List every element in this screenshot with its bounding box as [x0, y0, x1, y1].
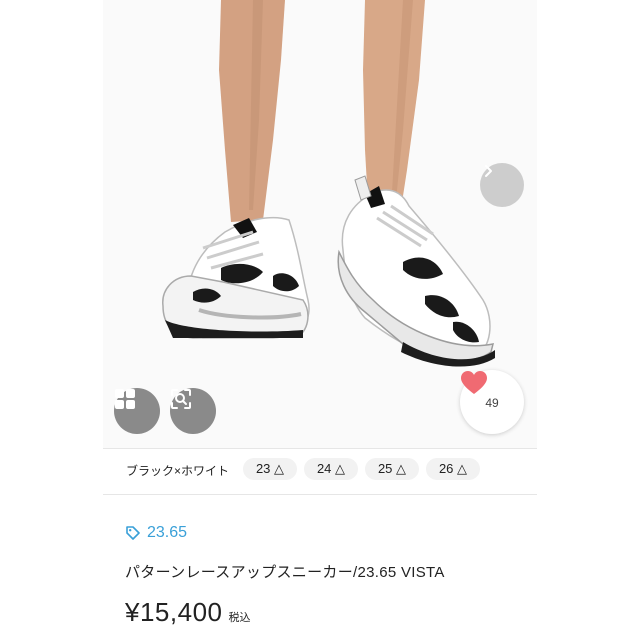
chevron-right-icon: [485, 165, 492, 177]
size-chip-26[interactable]: 26 △: [426, 458, 480, 480]
next-image-button[interactable]: [480, 163, 524, 207]
divider: [103, 448, 537, 449]
size-chip-24[interactable]: 24 △: [304, 458, 358, 480]
grid-icon: [115, 389, 135, 409]
color-label: ブラック×ホワイト: [126, 464, 230, 478]
like-button[interactable]: 49: [460, 370, 524, 434]
product-photo[interactable]: 49: [103, 0, 537, 448]
product-price: ¥15,400: [125, 597, 223, 627]
divider: [103, 494, 537, 495]
product-page: 49 ブラック×ホワイト 23 △ 24 △ 25 △ 26 △ 23.65 パ…: [103, 0, 537, 640]
tax-label: 税込: [228, 612, 251, 624]
right-margin: [537, 0, 640, 640]
tag-icon: [126, 526, 140, 540]
visual-search-button[interactable]: [170, 388, 216, 434]
price-row: ¥15,400 税込: [125, 597, 250, 628]
variant-selector: ブラック×ホワイト 23 △ 24 △ 25 △ 26 △: [103, 452, 537, 486]
image-search-icon: [171, 389, 191, 409]
like-count: 49: [485, 396, 499, 410]
size-chip-23[interactable]: 23 △: [243, 458, 297, 480]
product-title: パターンレースアップスニーカー/23.65 VISTA: [125, 564, 445, 581]
brand-link[interactable]: 23.65: [125, 524, 187, 542]
brand-name: 23.65: [147, 524, 188, 541]
size-chip-25[interactable]: 25 △: [365, 458, 419, 480]
heart-icon: [461, 371, 487, 394]
gallery-grid-button[interactable]: [114, 388, 160, 434]
left-margin: [0, 0, 103, 640]
